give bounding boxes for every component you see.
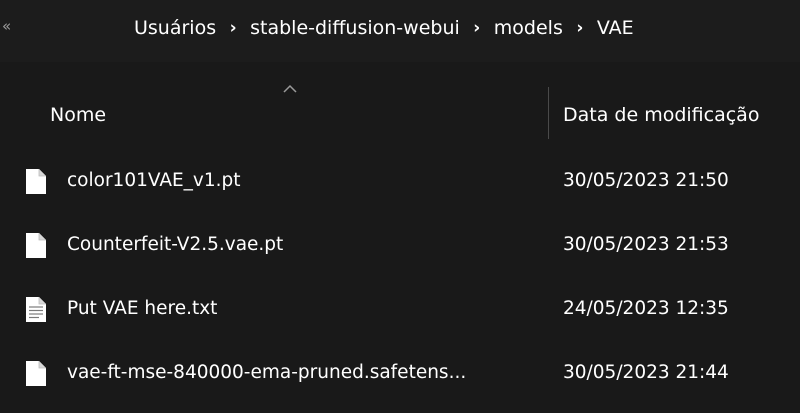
file-row[interactable]: Put VAE here.txt 24/05/2023 12:35 xyxy=(0,286,800,336)
file-date-modified: 30/05/2023 21:44 xyxy=(563,362,729,383)
breadcrumb-item-stable-diffusion-webui[interactable]: stable-diffusion-webui xyxy=(250,17,460,39)
column-header-row: Nome Data de modificação xyxy=(0,62,800,140)
breadcrumb-overflow-icon[interactable]: « xyxy=(2,17,11,35)
breadcrumb: Usuários › stable-diffusion-webui › mode… xyxy=(134,17,634,39)
file-row[interactable]: color101VAE_v1.pt 30/05/2023 21:50 xyxy=(0,158,800,208)
column-divider[interactable] xyxy=(548,87,549,139)
file-name: color101VAE_v1.pt xyxy=(67,170,241,191)
file-name: Counterfeit-V2.5.vae.pt xyxy=(67,234,284,255)
text-file-icon xyxy=(26,297,46,322)
file-icon xyxy=(26,233,46,258)
column-header-name[interactable]: Nome xyxy=(50,104,106,126)
file-date-modified: 24/05/2023 12:35 xyxy=(563,298,729,319)
file-row[interactable]: Counterfeit-V2.5.vae.pt 30/05/2023 21:53 xyxy=(0,222,800,272)
breadcrumb-item-vae[interactable]: VAE xyxy=(597,17,634,39)
file-name: vae-ft-mse-840000-ema-pruned.safetens... xyxy=(67,362,467,383)
file-row[interactable]: vae-ft-mse-840000-ema-pruned.safetens...… xyxy=(0,350,800,400)
breadcrumb-item-models[interactable]: models xyxy=(494,17,563,39)
file-icon xyxy=(26,361,46,386)
address-bar[interactable]: « Usuários › stable-diffusion-webui › mo… xyxy=(0,0,800,62)
breadcrumb-chevron-icon[interactable]: › xyxy=(216,18,250,38)
file-date-modified: 30/05/2023 21:53 xyxy=(563,234,729,255)
file-date-modified: 30/05/2023 21:50 xyxy=(563,170,729,191)
file-name: Put VAE here.txt xyxy=(67,298,218,319)
column-header-date-modified[interactable]: Data de modificação xyxy=(563,104,759,126)
breadcrumb-chevron-icon[interactable]: › xyxy=(563,18,597,38)
file-icon xyxy=(26,169,46,194)
sort-ascending-icon xyxy=(283,84,297,93)
breadcrumb-item-usuarios[interactable]: Usuários xyxy=(134,17,216,39)
breadcrumb-chevron-icon[interactable]: › xyxy=(460,18,494,38)
